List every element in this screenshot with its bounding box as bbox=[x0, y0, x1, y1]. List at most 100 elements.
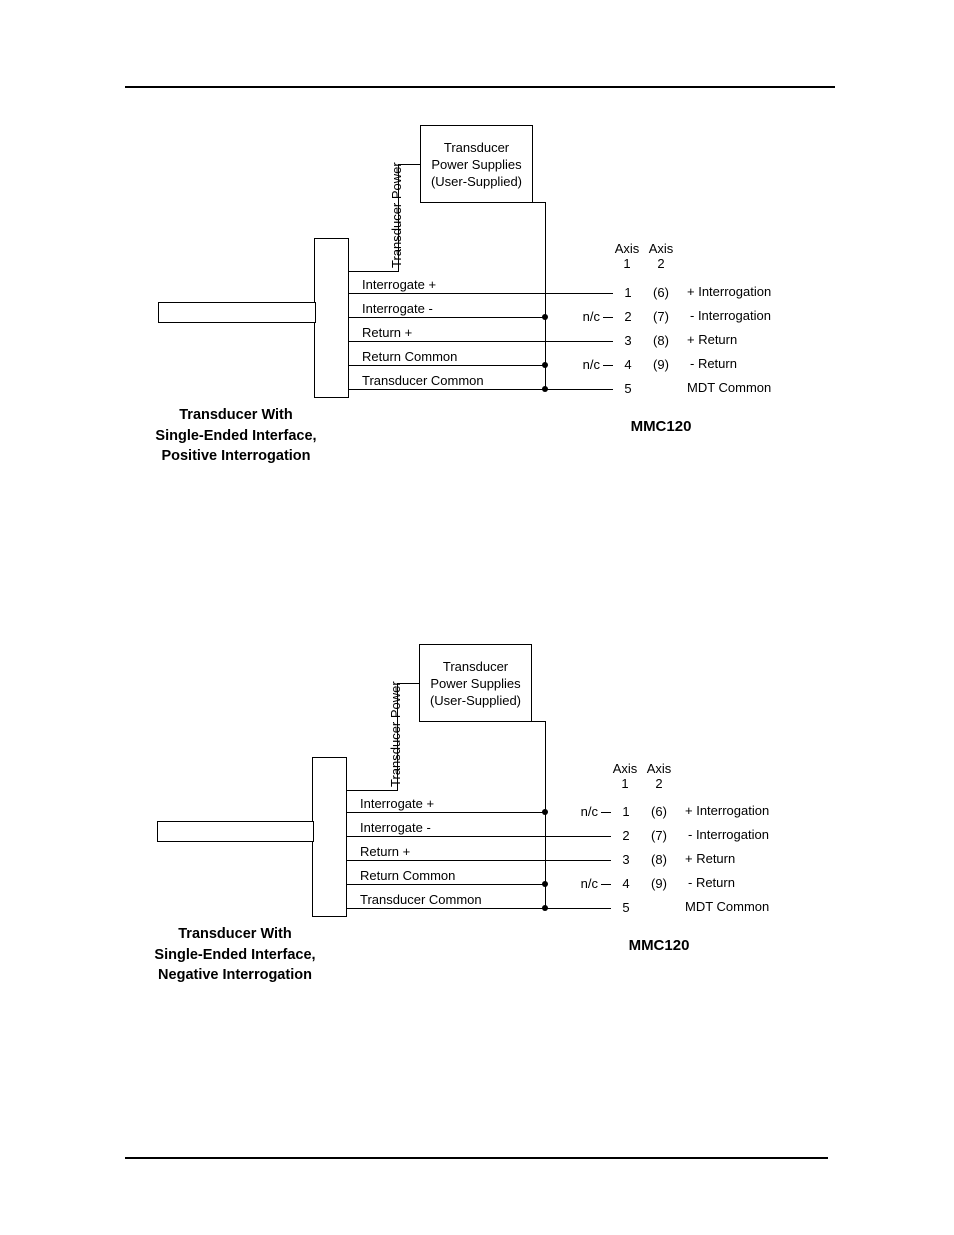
signal-wire-row-4 bbox=[347, 884, 545, 885]
axis2-pin-row-3: (8) bbox=[653, 333, 669, 348]
axis2-header-top: Axis bbox=[646, 761, 672, 776]
transducer-power-supplies-box-2: Transducer Power Supplies (User-Supplied… bbox=[419, 644, 532, 722]
axis2-header-top: Axis bbox=[648, 241, 674, 256]
signal-label-row-5: Transducer Common bbox=[362, 373, 484, 388]
axis2-pin-row-1: (6) bbox=[653, 285, 669, 300]
power-supply-line-2: Power Supplies bbox=[431, 156, 522, 172]
signal-label-row-3: Return + bbox=[360, 844, 411, 859]
signal-label-row-2: Interrogate - bbox=[360, 820, 431, 835]
power-wire-label-2: Transducer Power bbox=[388, 681, 403, 787]
nc-stub-row-4 bbox=[601, 884, 611, 885]
power-supply-line-1: Transducer bbox=[442, 658, 509, 674]
power-return-top-segment-2 bbox=[532, 721, 545, 722]
axis1-pin-row-1: 1 bbox=[624, 285, 632, 300]
axis2-header-bottom: 2 bbox=[655, 776, 663, 791]
bus-junction-row-4 bbox=[542, 362, 548, 368]
transducer-rod-2 bbox=[157, 821, 314, 842]
axis1-pin-row-3: 3 bbox=[624, 333, 632, 348]
caption-line-3: Negative Interrogation bbox=[158, 967, 312, 983]
axis1-pin-row-4: 4 bbox=[622, 876, 630, 891]
caption-line-1: Transducer With bbox=[178, 926, 292, 942]
nc-marker-row-4: n/c bbox=[580, 876, 598, 891]
axis1-header-top: Axis bbox=[614, 241, 640, 256]
signal-wire-row-2 bbox=[347, 836, 611, 837]
signal-wire-row-3 bbox=[347, 860, 611, 861]
signal-label-row-4: Return Common bbox=[362, 349, 458, 364]
power-wire-bottom-segment bbox=[349, 271, 399, 272]
axis1-pin-row-5: 5 bbox=[622, 900, 630, 915]
axis2-pin-row-4: (9) bbox=[651, 876, 667, 891]
mmc-signal-row-3: + Return bbox=[687, 332, 738, 347]
mmc-signal-row-3: + Return bbox=[685, 851, 736, 866]
mmc-signal-row-1: + Interrogation bbox=[687, 284, 772, 299]
mmc-signal-row-5: MDT Common bbox=[687, 380, 772, 395]
signal-wire-row-2 bbox=[349, 317, 545, 318]
bus-junction-row-2 bbox=[542, 314, 548, 320]
signal-label-row-1: Interrogate + bbox=[362, 277, 437, 292]
mmc-signal-row-4: - Return bbox=[688, 875, 735, 890]
header-rule bbox=[125, 86, 835, 88]
caption-line-1: Transducer With bbox=[179, 407, 293, 423]
axis1-pin-row-2: 2 bbox=[622, 828, 630, 843]
bus-junction-row-5 bbox=[542, 905, 548, 911]
signal-label-row-5: Transducer Common bbox=[360, 892, 482, 907]
signal-wire-row-5 bbox=[349, 389, 613, 390]
axis1-pin-row-3: 3 bbox=[622, 852, 630, 867]
diagram-caption-2: Transducer With Single-Ended Interface, … bbox=[154, 924, 315, 986]
caption-line-2: Single-Ended Interface, bbox=[154, 946, 316, 963]
bus-junction-row-1 bbox=[542, 809, 548, 815]
axis2-pin-row-2: (7) bbox=[651, 828, 667, 843]
axis1-pin-row-2: 2 bbox=[624, 309, 632, 324]
nc-marker-row-4: n/c bbox=[582, 357, 600, 372]
mmc-signal-row-2: - Interrogation bbox=[690, 308, 771, 323]
axis2-pin-row-1: (6) bbox=[651, 804, 667, 819]
signal-wire-row-4 bbox=[349, 365, 545, 366]
nc-marker-row-2: n/c bbox=[582, 309, 600, 324]
axis2-pin-row-3: (8) bbox=[651, 852, 667, 867]
device-label-mmc120-2: MMC120 bbox=[628, 937, 690, 954]
mmc-signal-row-5: MDT Common bbox=[685, 899, 770, 914]
mmc-signal-row-2: - Interrogation bbox=[688, 827, 769, 842]
nc-stub-row-4 bbox=[603, 365, 613, 366]
nc-stub-row-2 bbox=[603, 317, 613, 318]
caption-line-2: Single-Ended Interface, bbox=[155, 427, 317, 444]
axis1-header-top: Axis bbox=[612, 761, 638, 776]
transducer-connector-block-2 bbox=[312, 757, 347, 917]
device-label-mmc120: MMC120 bbox=[630, 418, 692, 435]
signal-wire-row-1 bbox=[347, 812, 545, 813]
transducer-rod bbox=[158, 302, 316, 323]
transducer-power-supplies-box: Transducer Power Supplies (User-Supplied… bbox=[420, 125, 533, 203]
axis2-pin-row-2: (7) bbox=[653, 309, 669, 324]
power-supply-line-2: Power Supplies bbox=[430, 675, 521, 691]
transducer-connector-block bbox=[314, 238, 349, 398]
signal-wire-row-5 bbox=[347, 908, 611, 909]
signal-label-row-3: Return + bbox=[362, 325, 413, 340]
power-wire-bottom-segment-2 bbox=[347, 790, 398, 791]
nc-stub-row-1 bbox=[601, 812, 611, 813]
axis1-pin-row-5: 5 bbox=[624, 381, 632, 396]
signal-label-row-4: Return Common bbox=[360, 868, 456, 883]
axis1-pin-row-1: 1 bbox=[622, 804, 630, 819]
axis1-pin-row-4: 4 bbox=[624, 357, 632, 372]
power-return-top-segment bbox=[533, 202, 545, 203]
caption-line-3: Positive Interrogation bbox=[161, 448, 311, 464]
axis2-header-bottom: 2 bbox=[657, 256, 665, 271]
mmc-signal-row-1: + Interrogation bbox=[685, 803, 770, 818]
signal-label-row-2: Interrogate - bbox=[362, 301, 433, 316]
axis1-header-bottom: 1 bbox=[623, 256, 631, 271]
signal-wire-row-1 bbox=[349, 293, 613, 294]
bus-junction-row-4 bbox=[542, 881, 548, 887]
mmc-signal-row-4: - Return bbox=[690, 356, 737, 371]
signal-wire-row-3 bbox=[349, 341, 613, 342]
axis1-header-bottom: 1 bbox=[621, 776, 629, 791]
diagram-caption: Transducer With Single-Ended Interface, … bbox=[155, 405, 316, 467]
power-supply-line-3: (User-Supplied) bbox=[429, 692, 522, 708]
power-wire-label: Transducer Power bbox=[389, 162, 404, 268]
footer-rule bbox=[125, 1157, 828, 1159]
power-supply-line-3: (User-Supplied) bbox=[430, 173, 523, 189]
bus-junction-row-5 bbox=[542, 386, 548, 392]
power-supply-line-1: Transducer bbox=[443, 139, 510, 155]
document-page: Transducer Power Supplies (User-Supplied… bbox=[0, 0, 954, 1235]
nc-marker-row-1: n/c bbox=[580, 804, 598, 819]
axis2-pin-row-4: (9) bbox=[653, 357, 669, 372]
